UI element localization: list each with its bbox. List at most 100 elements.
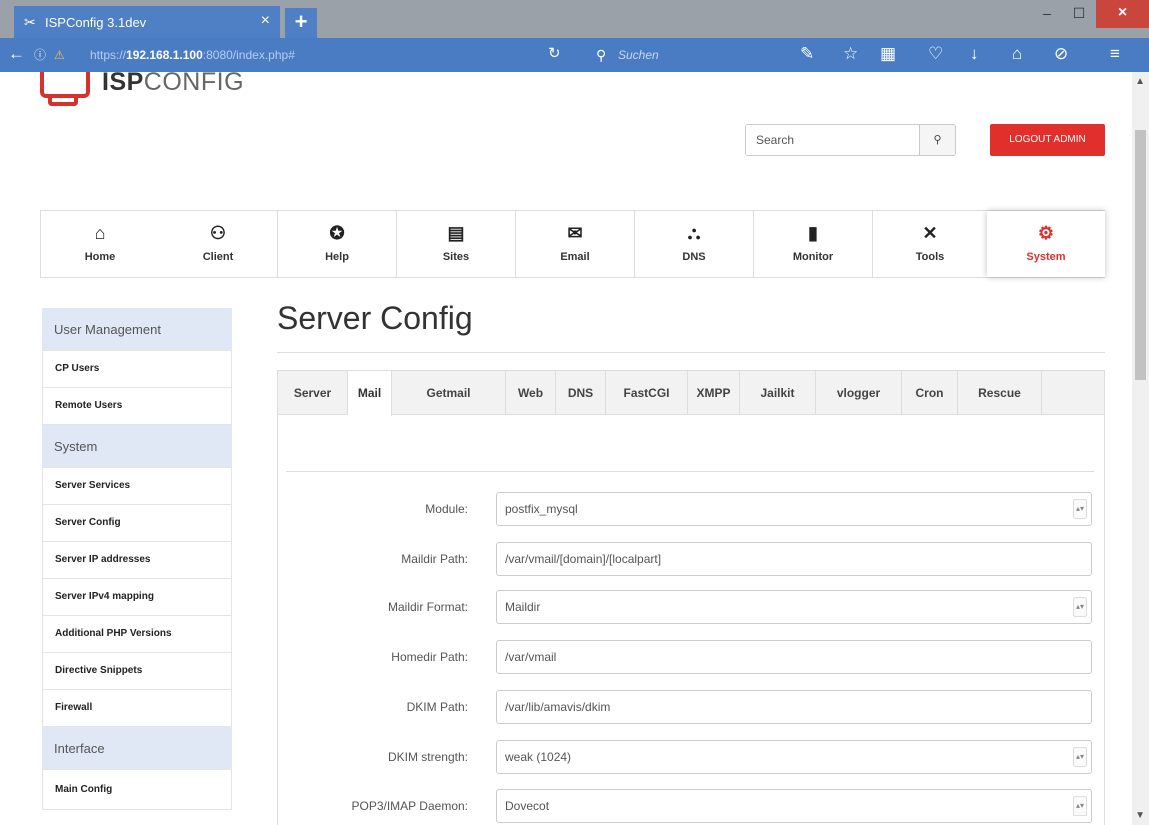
pop3-imap-daemon-label: POP3/IMAP Daemon: (351, 799, 469, 813)
ispconfig-logo[interactable]: ISPCONFIG (40, 72, 270, 108)
nav-monitor[interactable]: ▮ Monitor (754, 211, 872, 277)
dkim-path-input[interactable]: /var/lib/amavis/dkim (496, 690, 1092, 724)
close-tab-icon[interactable]: × (261, 12, 270, 30)
tab-mail[interactable]: Mail (348, 371, 392, 416)
select-arrow-icon: ▴▾ (1073, 747, 1087, 767)
url-scheme: https:// (90, 48, 127, 62)
gear-icon: ⚙ (1037, 223, 1055, 243)
tab-vlogger[interactable]: vlogger (816, 371, 902, 415)
lock-warning-icon[interactable]: ⚠ (54, 43, 65, 67)
maildir-path-input[interactable]: /var/vmail/[domain]/[localpart] (496, 542, 1092, 576)
dkim-path-label: DKIM Path: (406, 700, 468, 714)
tab-fastcgi[interactable]: FastCGI (606, 371, 688, 415)
maximize-window-button[interactable]: ☐ (1063, 0, 1095, 28)
search-icon: ⚲ (596, 47, 607, 63)
browser-nav-bar: ← ⓘ ⚠ https://192.168.1.100:8080/index.p… (0, 38, 1149, 72)
tab-cron[interactable]: Cron (902, 371, 958, 415)
nav-label: Email (560, 251, 590, 263)
sidebar-item-remote-users[interactable]: Remote Users (42, 388, 232, 425)
sidebar-heading-interface: Interface (42, 727, 232, 770)
close-window-button[interactable]: × (1096, 0, 1149, 28)
form-row-dkim-strength: DKIM strength: weak (1024) ▴▾ (278, 740, 1104, 774)
title-divider (277, 352, 1105, 353)
nav-label: Client (202, 251, 234, 263)
search-input[interactable]: Search (745, 124, 920, 156)
wrench-icon[interactable]: ✎ (800, 44, 814, 64)
tab-server[interactable]: Server (278, 371, 348, 415)
pop3-imap-daemon-select[interactable]: Dovecot ▴▾ (496, 789, 1092, 823)
tab-jailkit[interactable]: Jailkit (740, 371, 816, 415)
users-icon: ⚇ (209, 223, 227, 243)
server-config-panel: Server Mail Getmail Web DNS FastCGI XMPP… (277, 370, 1105, 825)
nav-label: DNS (682, 251, 706, 263)
lifebuoy-icon: ✪ (329, 223, 345, 243)
addon-icon[interactable]: ⊘ (1054, 44, 1068, 64)
url-text: https://192.168.1.100:8080/index.php# (90, 43, 295, 67)
nav-dns[interactable]: ⛬ DNS (635, 211, 753, 277)
home-icon: ⌂ (94, 223, 106, 243)
sidebar-item-main-config[interactable]: Main Config (42, 770, 232, 810)
address-bar[interactable]: ⓘ ⚠ https://192.168.1.100:8080/index.php… (28, 43, 538, 67)
module-select[interactable]: postfix_mysql ▴▾ (496, 492, 1092, 526)
browser-title-bar: ✂ ISPConfig 3.1dev × + – ☐ × (0, 0, 1149, 38)
browser-search-box[interactable]: ⚲ Suchen (590, 43, 780, 67)
url-path: :8080/index.php# (202, 48, 295, 62)
form-row-dkim-path: DKIM Path: /var/lib/amavis/dkim (278, 690, 1104, 724)
homedir-path-input[interactable]: /var/vmail (496, 640, 1092, 674)
sidebar-item-server-services[interactable]: Server Services (42, 468, 232, 505)
tab-rescue[interactable]: Rescue (958, 371, 1042, 415)
tab-getmail[interactable]: Getmail (392, 371, 506, 415)
sidebar-item-firewall[interactable]: Firewall (42, 690, 232, 727)
tab-xmpp[interactable]: XMPP (688, 371, 740, 415)
maildir-format-select[interactable]: Maildir ▴▾ (496, 590, 1092, 624)
pocket-icon[interactable]: ♡ (928, 44, 943, 64)
sidebar-item-cp-users[interactable]: CP Users (42, 351, 232, 388)
dkim-strength-select[interactable]: weak (1024) ▴▾ (496, 740, 1092, 774)
sidebar-item-additional-php-versions[interactable]: Additional PHP Versions (42, 616, 232, 653)
sites-icon: ▤ (447, 223, 465, 243)
menu-icon[interactable]: ≡ (1110, 44, 1120, 64)
info-icon[interactable]: ⓘ (34, 43, 46, 67)
email-icon: ✉ (567, 223, 583, 243)
reload-icon[interactable]: ↻ (548, 44, 561, 62)
nav-email[interactable]: ✉ Email (516, 211, 634, 277)
minimize-window-button[interactable]: – (1031, 0, 1063, 28)
sidebar-item-server-ip-addresses[interactable]: Server IP addresses (42, 542, 232, 579)
nav-system[interactable]: ⚙ System (987, 211, 1105, 277)
search-button[interactable]: ⚲ (920, 124, 956, 156)
nav-home[interactable]: ⌂ Home (41, 211, 159, 277)
tab-web[interactable]: Web (506, 371, 556, 415)
logo-text-config: CONFIG (143, 72, 245, 96)
nav-tools[interactable]: ✕ Tools (873, 211, 987, 277)
page-title: Server Config (277, 300, 473, 336)
nav-sites[interactable]: ▤ Sites (397, 211, 515, 277)
tab-bar: Server Mail Getmail Web DNS FastCGI XMPP… (278, 371, 1104, 416)
bookmark-star-icon[interactable]: ☆ (843, 44, 858, 64)
sidebar-heading-system: System (42, 425, 232, 468)
monitor-icon: ▮ (808, 223, 818, 243)
reading-list-icon[interactable]: ▦ (880, 44, 896, 64)
maildir-path-label: Maildir Path: (401, 552, 468, 566)
browser-tab[interactable]: ✂ ISPConfig 3.1dev × (14, 6, 280, 38)
logo-text: ISPCONFIG (102, 72, 244, 97)
sidebar-item-directive-snippets[interactable]: Directive Snippets (42, 653, 232, 690)
sidebar-item-server-ipv4-mapping[interactable]: Server IPv4 mapping (42, 579, 232, 616)
homedir-path-label: Homedir Path: (391, 650, 468, 664)
home-button-icon[interactable]: ⌂ (1012, 44, 1022, 64)
sidebar-item-server-config[interactable]: Server Config (42, 505, 232, 542)
dns-icon: ⛬ (687, 223, 701, 243)
tab-dns[interactable]: DNS (556, 371, 606, 415)
logout-button[interactable]: LOGOUT ADMIN (990, 124, 1105, 156)
download-icon[interactable]: ↓ (970, 44, 979, 64)
nav-label: Home (84, 251, 116, 263)
new-tab-button[interactable]: + (285, 8, 317, 38)
nav-label: Sites (442, 251, 470, 263)
nav-help[interactable]: ✪ Help (278, 211, 396, 277)
search-icon: ⚲ (933, 134, 942, 146)
select-arrow-icon: ▴▾ (1073, 499, 1087, 519)
nav-client[interactable]: ⚇ Client (159, 211, 277, 277)
page-content: ▲ ▼ ISPCONFIG Search ⚲ LOGOUT ADMIN ⌂ Ho… (0, 72, 1149, 825)
dkim-strength-label: DKIM strength: (387, 750, 468, 764)
nav-label: System (1026, 251, 1066, 263)
back-arrow-icon[interactable]: ← (8, 44, 25, 64)
